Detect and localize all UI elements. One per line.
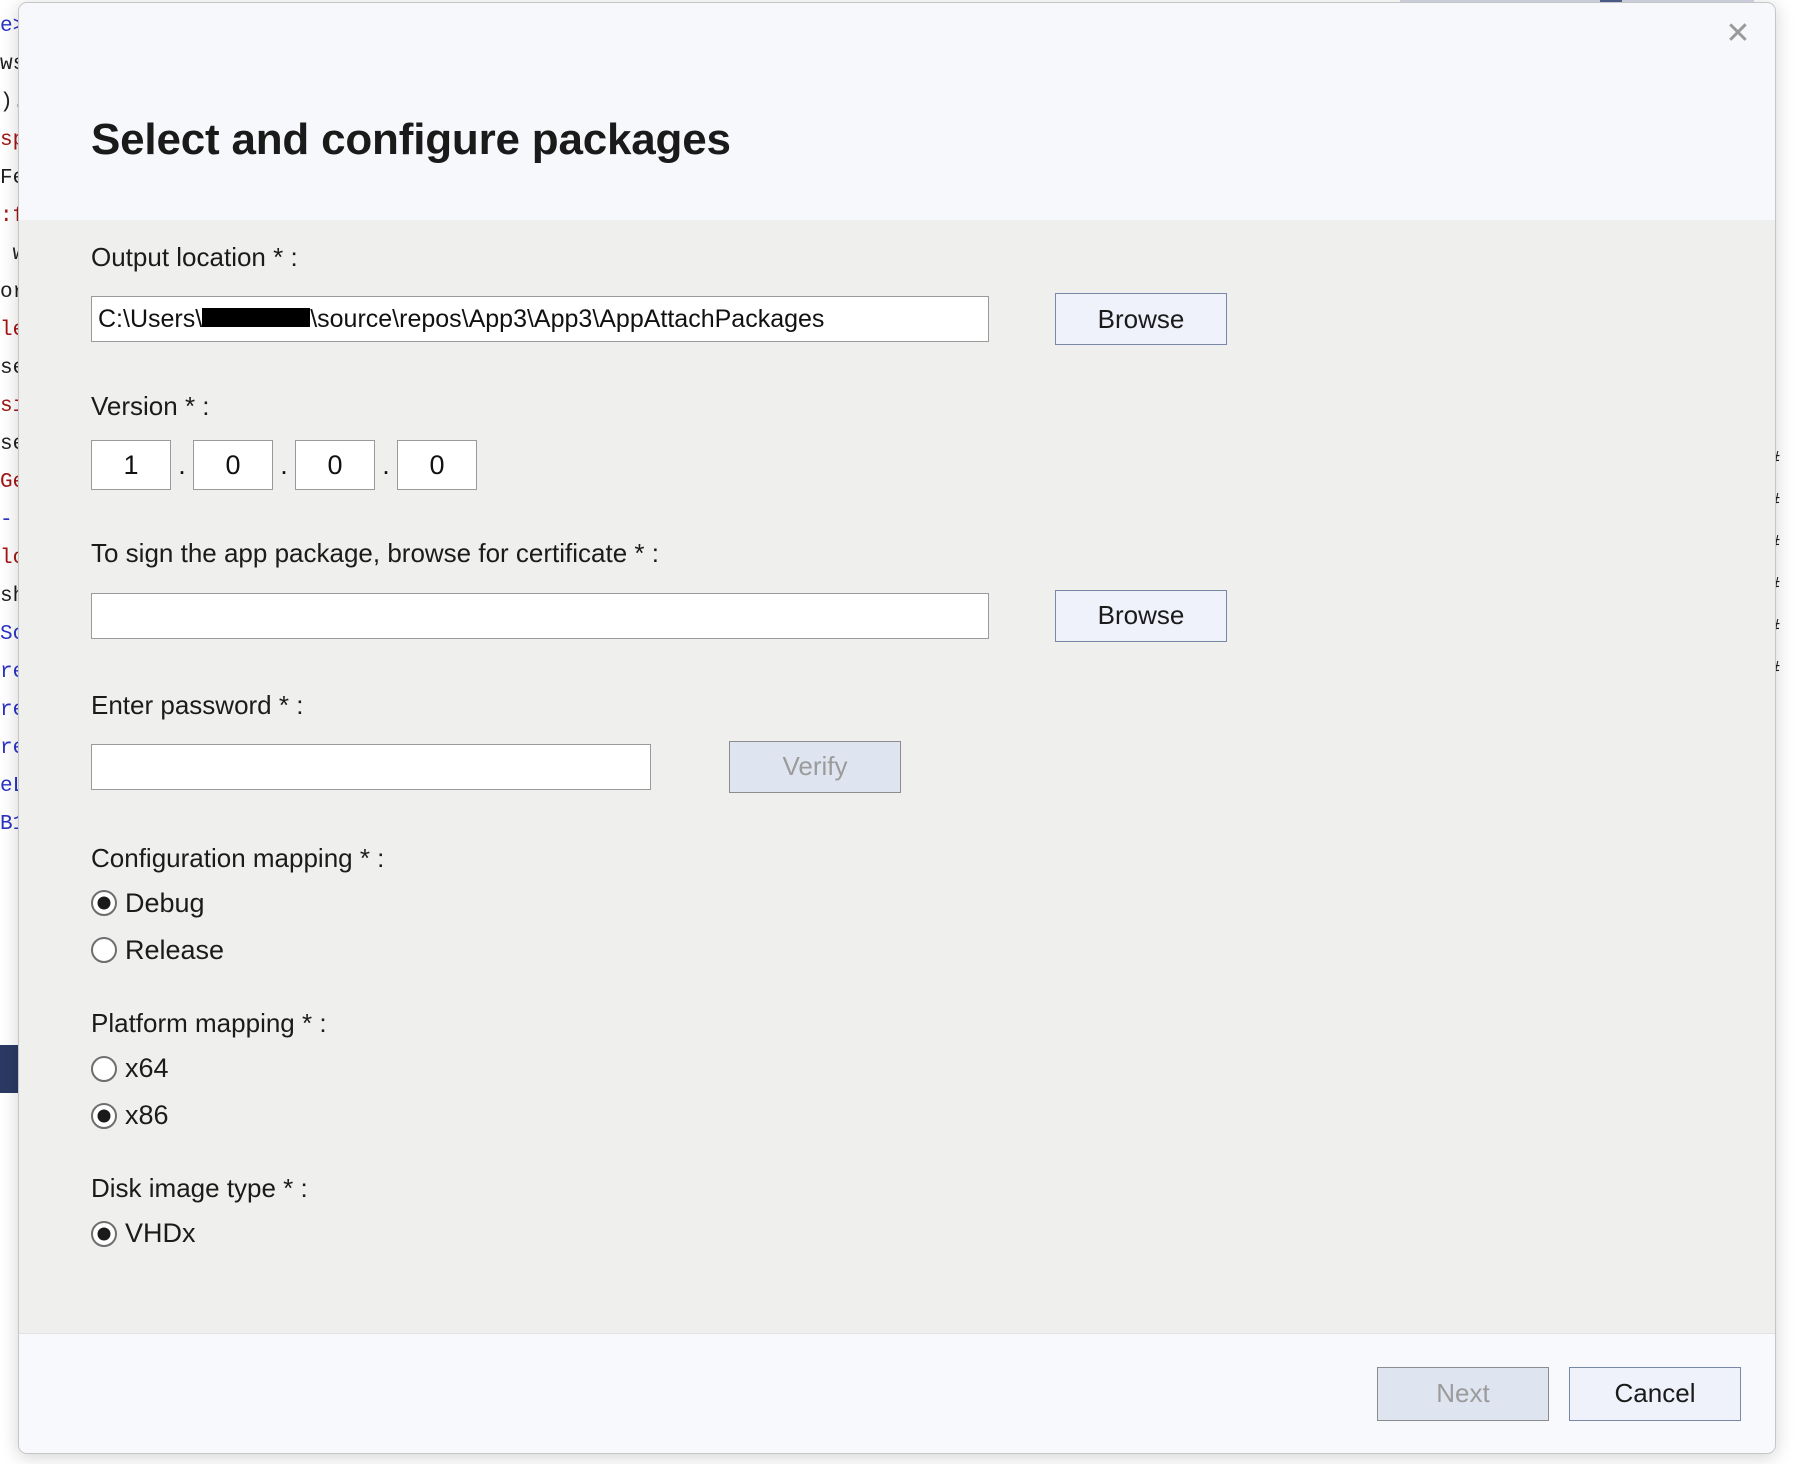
radio-label-vhdx: VHDx [125,1218,196,1249]
disk-image-type-label: Disk image type * : [91,1173,1703,1204]
configuration-mapping-label: Configuration mapping * : [91,843,1703,874]
dialog-header: ✕ Select and configure packages [19,3,1775,220]
dialog-body: Output location * : C:\Users\ \source\rep… [19,220,1775,1333]
radio-indicator-debug [91,890,117,916]
version-label: Version * : [91,391,1703,422]
radio-configuration-debug[interactable]: Debug [91,888,205,919]
radio-label-debug: Debug [125,888,205,919]
radio-indicator-vhdx [91,1221,117,1247]
output-location-value-suffix: \source\repos\App3\App3\AppAttachPackage… [310,305,824,334]
configuration-mapping-group: Configuration mapping * : Debug Release [91,843,1703,966]
close-icon[interactable]: ✕ [1711,11,1765,57]
platform-mapping-group: Platform mapping * : x64 x86 [91,1008,1703,1131]
platform-mapping-label: Platform mapping * : [91,1008,1703,1039]
radio-platform-x64[interactable]: x64 [91,1053,169,1084]
output-location-group: Output location * : C:\Users\ \source\rep… [91,220,1703,345]
certificate-label: To sign the app package, browse for cert… [91,538,1703,569]
version-revision-input[interactable]: 0 [397,440,477,490]
version-group: Version * : 1 . 0 . 0 . 0 [91,391,1703,490]
output-location-value-prefix: C:\Users\ [98,305,202,334]
page-title: Select and configure packages [91,115,731,165]
certificate-input[interactable] [91,593,989,639]
radio-indicator-x64 [91,1056,117,1082]
version-separator-1: . [171,450,193,481]
version-minor-input[interactable]: 0 [193,440,273,490]
output-location-input[interactable]: C:\Users\ \source\repos\App3\App3\AppAtta… [91,296,989,342]
radio-label-x64: x64 [125,1053,169,1084]
version-major-input[interactable]: 1 [91,440,171,490]
version-separator-3: . [375,450,397,481]
editor-accent-bar [0,1045,20,1093]
password-input[interactable] [91,744,651,790]
output-location-browse-button[interactable]: Browse [1055,293,1227,345]
next-button[interactable]: Next [1377,1367,1549,1421]
radio-indicator-release [91,937,117,963]
radio-label-release: Release [125,935,224,966]
password-label: Enter password * : [91,690,1703,721]
version-separator-2: . [273,450,295,481]
version-build-input[interactable]: 0 [295,440,375,490]
cancel-button[interactable]: Cancel [1569,1367,1741,1421]
redacted-username [202,308,310,327]
radio-platform-x86[interactable]: x86 [91,1100,169,1131]
output-location-label: Output location * : [91,242,1703,273]
certificate-browse-button[interactable]: Browse [1055,590,1227,642]
dialog-footer: Next Cancel [19,1333,1775,1453]
select-and-configure-packages-dialog: ✕ Select and configure packages Output l… [18,2,1776,1454]
radio-indicator-x86 [91,1103,117,1129]
password-group: Enter password * : Verify [91,690,1703,793]
radio-disk-image-vhdx[interactable]: VHDx [91,1218,196,1249]
disk-image-type-group: Disk image type * : VHDx [91,1173,1703,1249]
verify-button[interactable]: Verify [729,741,901,793]
radio-configuration-release[interactable]: Release [91,935,224,966]
certificate-group: To sign the app package, browse for cert… [91,538,1703,641]
radio-label-x86: x86 [125,1100,169,1131]
